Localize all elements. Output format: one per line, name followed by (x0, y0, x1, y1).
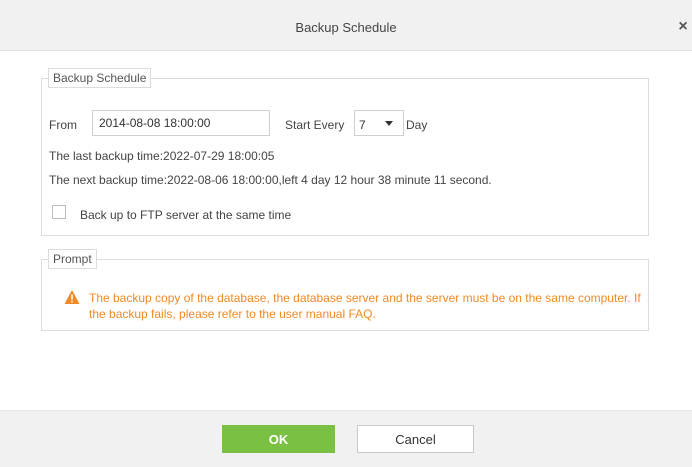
interval-select[interactable]: 7 (354, 110, 404, 136)
dialog-title: Backup Schedule (295, 20, 397, 35)
ftp-checkbox[interactable] (52, 205, 66, 219)
next-backup-time: The next backup time:2022-08-06 18:00:00… (49, 173, 492, 187)
warning-icon (64, 290, 80, 304)
ftp-checkbox-label[interactable]: Back up to FTP server at the same time (80, 208, 291, 222)
backup-schedule-dialog: Backup Schedule × Backup Schedule From S… (0, 0, 692, 467)
dialog-titlebar: Backup Schedule × (0, 0, 692, 51)
from-label: From (49, 118, 77, 132)
interval-value: 7 (359, 118, 366, 132)
chevron-down-icon (385, 121, 393, 126)
close-icon[interactable]: × (676, 16, 690, 38)
prompt-legend: Prompt (48, 249, 97, 269)
ok-button[interactable]: OK (222, 425, 335, 453)
cancel-button[interactable]: Cancel (357, 425, 474, 453)
start-every-label: Start Every (285, 118, 345, 132)
backup-schedule-legend: Backup Schedule (48, 68, 152, 88)
last-backup-time: The last backup time:2022-07-29 18:00:05 (49, 149, 275, 163)
prompt-message: The backup copy of the database, the dat… (89, 291, 641, 321)
from-datetime-input[interactable] (92, 110, 270, 136)
dialog-footer (0, 410, 692, 467)
unit-label: Day (406, 118, 428, 132)
